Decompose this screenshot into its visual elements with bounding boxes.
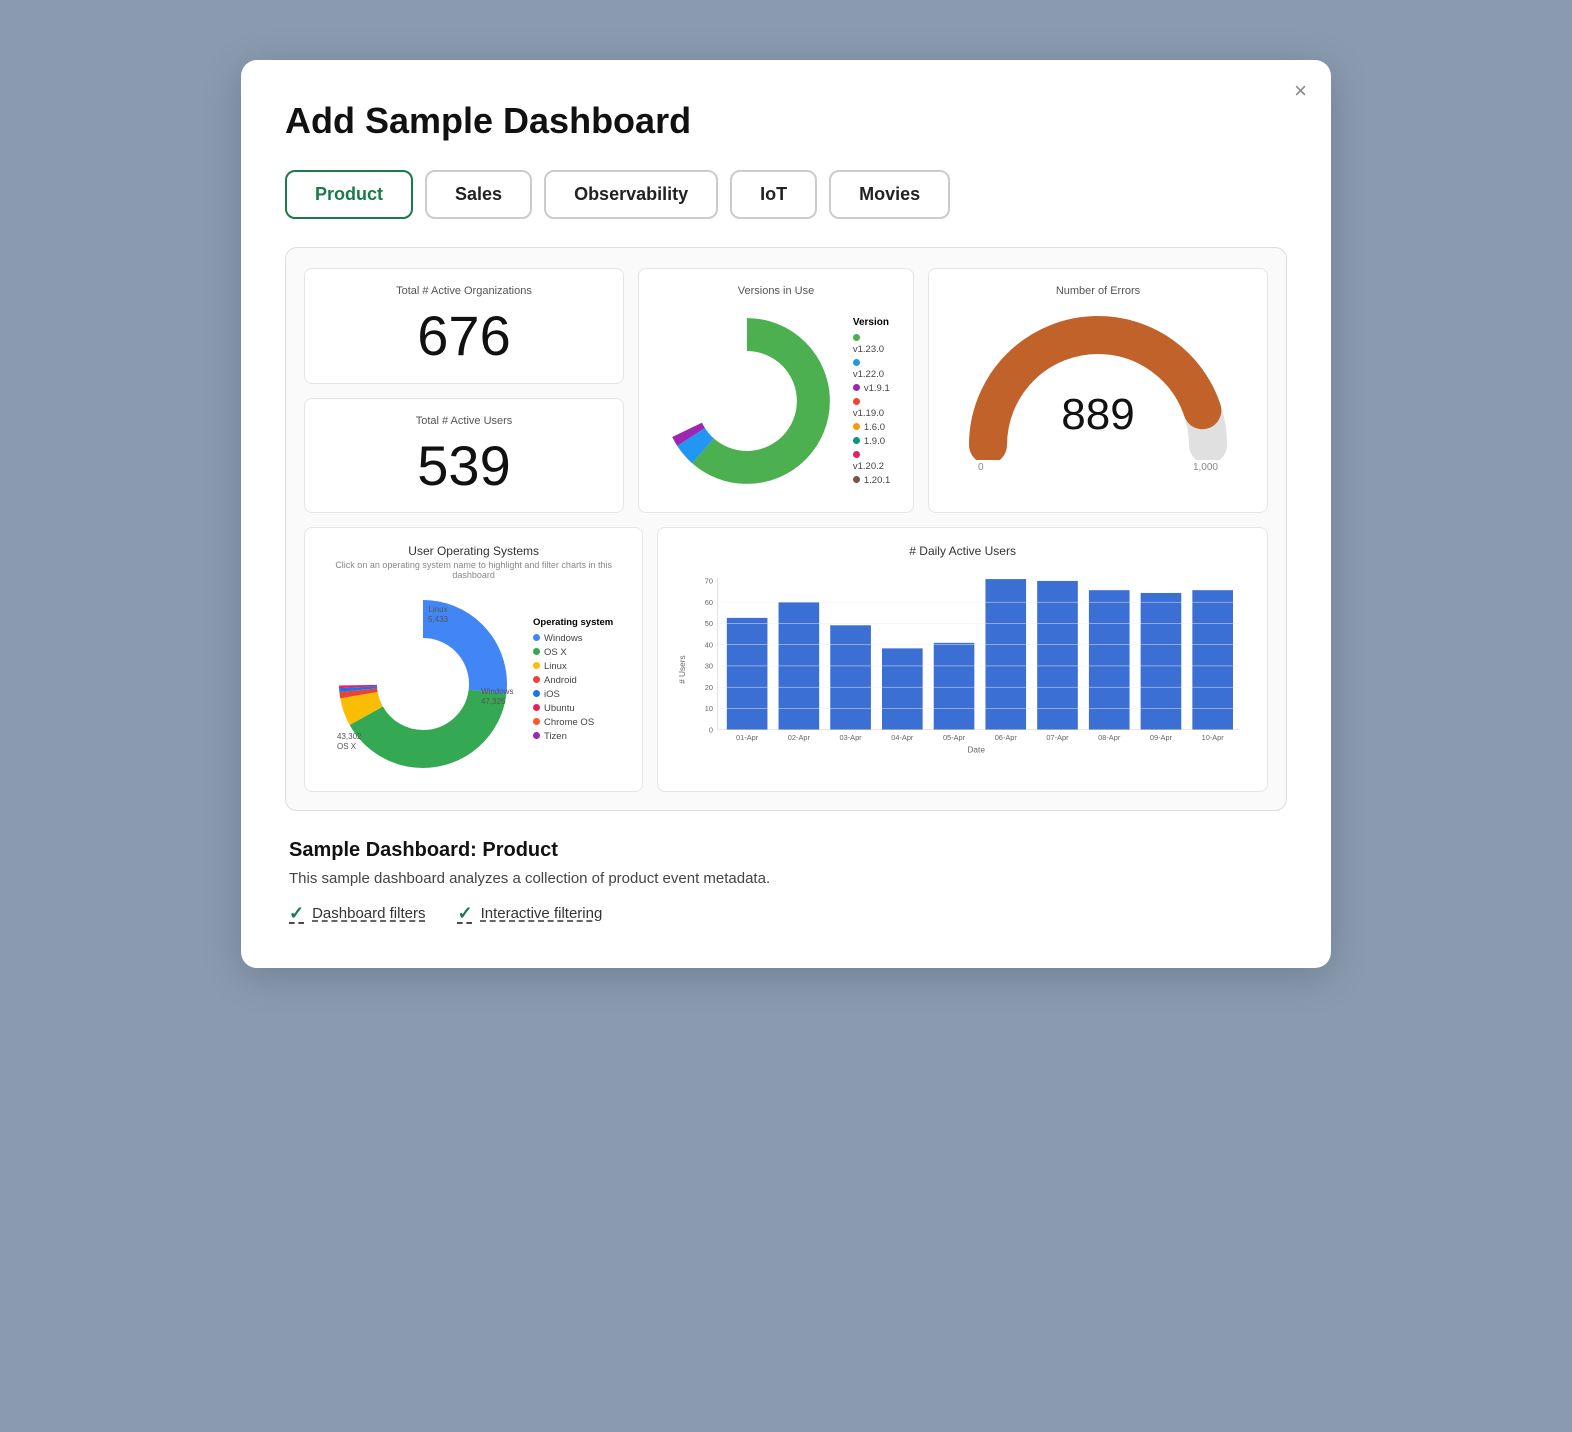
active-users-card: Total # Active Users 539: [304, 398, 624, 514]
feature-item-0: ✓ Dashboard filters: [289, 903, 425, 924]
svg-text:Linux: Linux: [428, 605, 447, 614]
active-orgs-label: Total # Active Organizations: [323, 285, 605, 297]
active-orgs-value: 676: [323, 305, 605, 367]
check-icon-1: ✓: [457, 903, 472, 924]
svg-text:50: 50: [705, 619, 713, 628]
svg-text:5,433: 5,433: [428, 615, 449, 624]
svg-text:10: 10: [705, 704, 713, 713]
features-description: This sample dashboard analyzes a collect…: [289, 870, 1283, 887]
bar-08-apr: [1089, 590, 1130, 729]
active-orgs-card: Total # Active Organizations 676: [304, 268, 624, 384]
versions-title: Versions in Use: [738, 285, 814, 297]
svg-text:60: 60: [705, 598, 713, 607]
os-title: User Operating Systems: [323, 544, 624, 558]
features-title: Sample Dashboard: Product: [289, 839, 1283, 862]
tab-sales[interactable]: Sales: [425, 170, 532, 219]
tab-bar: Product Sales Observability IoT Movies: [285, 170, 1287, 219]
svg-text:# Users: # Users: [678, 656, 688, 685]
versions-legend: v1.23.0 v1.22.0 v1.9.1 v1.19.0 1.6.0 1.9…: [853, 333, 895, 486]
svg-text:05-Apr: 05-Apr: [943, 733, 966, 742]
bar-01-apr: [727, 618, 768, 730]
svg-text:Date: Date: [968, 745, 986, 755]
svg-text:02-Apr: 02-Apr: [788, 733, 811, 742]
dau-card: # Daily Active Users # Users 0 10 20 30 …: [657, 527, 1268, 792]
errors-min: 0: [978, 462, 984, 473]
svg-text:43,302: 43,302: [337, 732, 362, 741]
svg-text:07-Apr: 07-Apr: [1047, 733, 1070, 742]
svg-text:03-Apr: 03-Apr: [840, 733, 863, 742]
modal-title: Add Sample Dashboard: [285, 100, 1287, 142]
versions-card: Versions in Use Version: [638, 268, 914, 513]
errors-card: Number of Errors 889 0 1,000: [928, 268, 1268, 513]
svg-text:20: 20: [705, 683, 713, 692]
svg-text:70: 70: [705, 577, 713, 586]
dau-title: # Daily Active Users: [676, 544, 1249, 558]
svg-text:09-Apr: 09-Apr: [1150, 733, 1173, 742]
svg-text:01-Apr: 01-Apr: [736, 733, 759, 742]
bar-09-apr: [1141, 593, 1182, 730]
tab-movies[interactable]: Movies: [829, 170, 950, 219]
bar-07-apr: [1037, 581, 1078, 730]
os-legend: Windows OS X Linux Android iOS Ubuntu Ch…: [533, 633, 613, 742]
tab-iot[interactable]: IoT: [730, 170, 817, 219]
os-donut-chart: Linux 5,433 Windows 47,325 43,302 OS X: [323, 584, 523, 774]
svg-text:40: 40: [705, 641, 713, 650]
svg-text:10-Apr: 10-Apr: [1202, 733, 1225, 742]
bar-05-apr: [934, 643, 975, 730]
bar-06-apr: [986, 579, 1027, 730]
versions-legend-title: Version: [853, 317, 895, 328]
modal: × Add Sample Dashboard Product Sales Obs…: [241, 60, 1331, 968]
os-subtitle: Click on an operating system name to hig…: [323, 560, 624, 580]
tab-observability[interactable]: Observability: [544, 170, 718, 219]
svg-text:30: 30: [705, 662, 713, 671]
bar-04-apr: [882, 649, 923, 730]
dau-bar-chart: # Users 0 10 20 30 40 50 60 70: [676, 560, 1249, 770]
active-users-label: Total # Active Users: [323, 415, 605, 427]
svg-text:OS X: OS X: [337, 742, 357, 751]
errors-max: 1,000: [1193, 462, 1218, 473]
svg-text:06-Apr: 06-Apr: [995, 733, 1018, 742]
tab-product[interactable]: Product: [285, 170, 413, 219]
feature-label-1: Interactive filtering: [481, 905, 603, 922]
bar-10-apr: [1193, 590, 1234, 729]
feature-item-1: ✓ Interactive filtering: [457, 903, 602, 924]
versions-donut-chart: [657, 311, 837, 491]
os-card: User Operating Systems Click on an opera…: [304, 527, 643, 792]
check-icon-0: ✓: [289, 903, 304, 924]
errors-title: Number of Errors: [1056, 285, 1140, 297]
svg-text:47,325: 47,325: [481, 697, 506, 706]
close-button[interactable]: ×: [1294, 80, 1307, 102]
feature-label-0: Dashboard filters: [312, 905, 425, 922]
features-list: ✓ Dashboard filters ✓ Interactive filter…: [289, 903, 1283, 924]
preview-box: Total # Active Organizations 676 Total #…: [285, 247, 1287, 811]
active-users-value: 539: [323, 435, 605, 497]
svg-text:04-Apr: 04-Apr: [892, 733, 915, 742]
modal-overlay: × Add Sample Dashboard Product Sales Obs…: [20, 20, 1552, 1412]
svg-text:08-Apr: 08-Apr: [1098, 733, 1121, 742]
features-section: Sample Dashboard: Product This sample da…: [285, 839, 1287, 924]
svg-text:Windows: Windows: [481, 687, 513, 696]
bar-03-apr: [831, 625, 872, 729]
errors-value: 889: [1061, 390, 1134, 440]
svg-text:0: 0: [709, 726, 713, 735]
os-legend-title: Operating system: [533, 617, 613, 628]
